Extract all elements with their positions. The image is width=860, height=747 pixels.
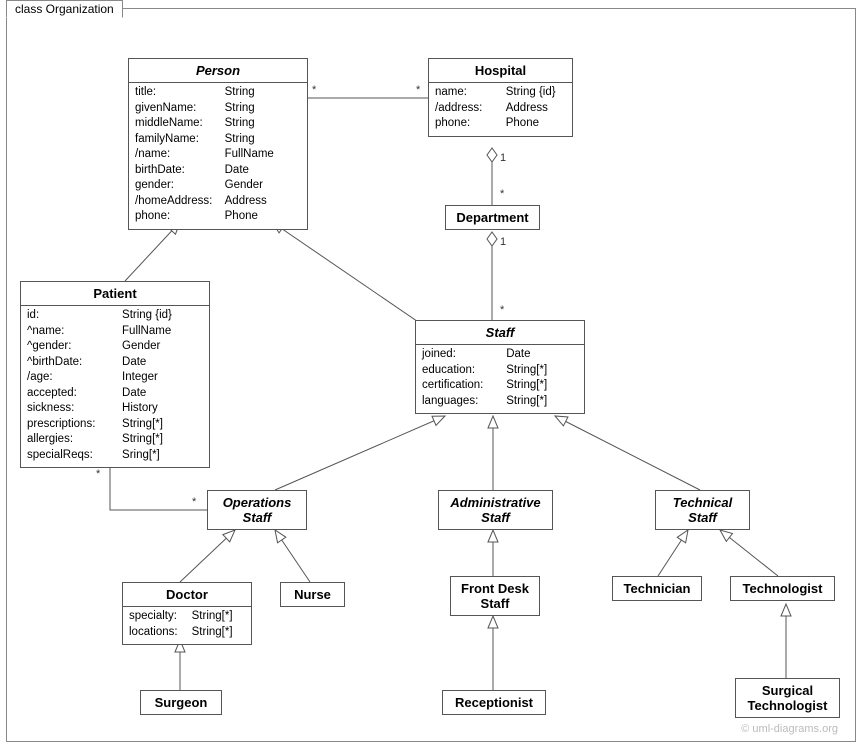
class-title-hospital: Hospital [429,59,572,83]
class-title-tech: Technical Staff [656,491,749,529]
class-receptionist: Receptionist [442,690,546,715]
class-person: Person title:StringgivenName:Stringmiddl… [128,58,308,230]
class-title-ops: Operations Staff [208,491,306,529]
class-technologist: Technologist [730,576,835,601]
class-title-department: Department [446,206,539,229]
class-title-nurse: Nurse [281,583,344,606]
class-title-surgtech: Surgical Technologist [736,679,839,717]
class-title-patient: Patient [21,282,209,306]
class-technician: Technician [612,576,702,601]
class-surgeon: Surgeon [140,690,222,715]
watermark: © uml-diagrams.org [741,723,838,735]
class-title-frontdesk: Front Desk Staff [451,577,539,615]
mult-dept-staff-1: 1 [500,236,506,248]
mult-hosp-dept-1: 1 [500,152,506,164]
class-title-technologist: Technologist [731,577,834,600]
class-surgical-technologist: Surgical Technologist [735,678,840,718]
frame-label: class Organization [6,0,123,18]
class-title-technician: Technician [613,577,701,600]
class-department: Department [445,205,540,230]
mult-dept-staff-star: * [500,304,504,316]
mult-hosp-dept-star: * [500,188,504,200]
class-body-hospital: name:String {id}/address:Addressphone:Ph… [429,83,572,136]
class-title-surgeon: Surgeon [141,691,221,714]
class-body-person: title:StringgivenName:StringmiddleName:S… [129,83,307,229]
class-body-patient: id:String {id}^name:FullName^gender:Gend… [21,306,209,467]
class-front-desk: Front Desk Staff [450,576,540,616]
class-title-person: Person [129,59,307,83]
mult-ops-side: * [192,496,196,508]
mult-hospital-side: * [416,84,420,96]
class-nurse: Nurse [280,582,345,607]
class-staff: Staff joined:Dateeducation:String[*]cert… [415,320,585,414]
class-body-staff: joined:Dateeducation:String[*]certificat… [416,345,584,413]
class-title-staff: Staff [416,321,584,345]
class-patient: Patient id:String {id}^name:FullName^gen… [20,281,210,468]
class-body-doctor: specialty:String[*]locations:String[*] [123,607,251,644]
class-operations-staff: Operations Staff [207,490,307,530]
mult-person-side: * [312,84,316,96]
class-tech-staff: Technical Staff [655,490,750,530]
class-title-doctor: Doctor [123,583,251,607]
class-admin-staff: Administrative Staff [438,490,553,530]
class-doctor: Doctor specialty:String[*]locations:Stri… [122,582,252,645]
class-title-admin: Administrative Staff [439,491,552,529]
class-hospital: Hospital name:String {id}/address:Addres… [428,58,573,137]
class-title-receptionist: Receptionist [443,691,545,714]
mult-patient-side: * [96,468,100,480]
